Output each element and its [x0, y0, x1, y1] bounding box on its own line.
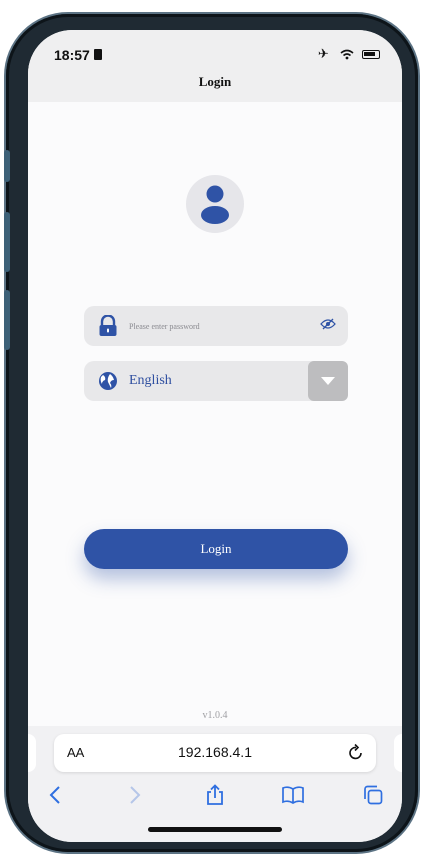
address-bar[interactable]: AA 192.168.4.1 [54, 734, 376, 772]
forward-icon[interactable] [120, 780, 150, 810]
battery-icon [362, 50, 380, 60]
status-time: 18:57 [54, 47, 90, 63]
browser-nav-toolbar [28, 780, 402, 810]
next-tab-stub[interactable] [394, 734, 402, 772]
version-label: v1.0.4 [202, 710, 228, 721]
share-icon[interactable] [200, 780, 230, 810]
airplane-icon: ✈ [317, 46, 333, 61]
reload-icon[interactable] [348, 743, 364, 766]
globe-icon [97, 370, 119, 392]
language-dropdown-button[interactable] [308, 361, 348, 401]
bookmarks-icon[interactable] [278, 780, 308, 810]
url-text[interactable]: 192.168.4.1 [54, 744, 376, 760]
language-select[interactable]: English [84, 361, 348, 401]
tabs-icon[interactable] [358, 780, 388, 810]
previous-tab-stub[interactable] [28, 734, 36, 772]
home-indicator[interactable] [148, 827, 282, 832]
sim-card-icon [94, 49, 102, 60]
status-icons: ✈ [318, 46, 380, 62]
user-icon [201, 185, 229, 224]
volume-up-button [4, 212, 10, 272]
wifi-icon [340, 46, 362, 61]
password-input[interactable]: Please enter password [129, 322, 320, 331]
language-value: English [129, 373, 172, 388]
password-field[interactable]: Please enter password [84, 306, 348, 346]
avatar [186, 175, 244, 233]
mute-switch [4, 150, 10, 182]
caret-down-icon [321, 377, 335, 385]
page-title: Login [198, 74, 232, 89]
volume-down-button [4, 290, 10, 350]
status-bar: 18:57 ✈ Login [28, 30, 402, 102]
screen: 18:57 ✈ Login Please enter password Engl… [28, 30, 402, 842]
lock-icon [97, 315, 119, 337]
back-icon[interactable] [40, 780, 70, 810]
eye-off-icon[interactable] [320, 317, 336, 335]
login-button[interactable]: Login [84, 529, 348, 569]
browser-toolbar: AA 192.168.4.1 [28, 726, 402, 842]
